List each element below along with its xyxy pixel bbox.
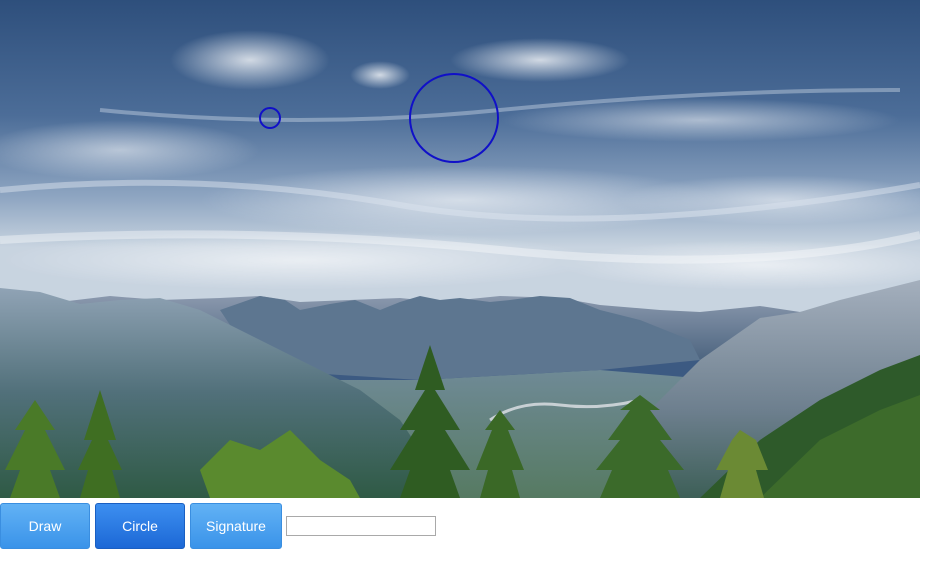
landscape-photo xyxy=(0,0,920,498)
text-input[interactable] xyxy=(286,516,436,536)
drawing-app: Draw Circle Signature xyxy=(0,0,937,570)
toolbar: Draw Circle Signature xyxy=(0,503,436,549)
draw-button[interactable]: Draw xyxy=(0,503,90,549)
signature-button[interactable]: Signature xyxy=(190,503,282,549)
circle-button[interactable]: Circle xyxy=(95,503,185,549)
drawing-canvas[interactable] xyxy=(0,0,920,498)
